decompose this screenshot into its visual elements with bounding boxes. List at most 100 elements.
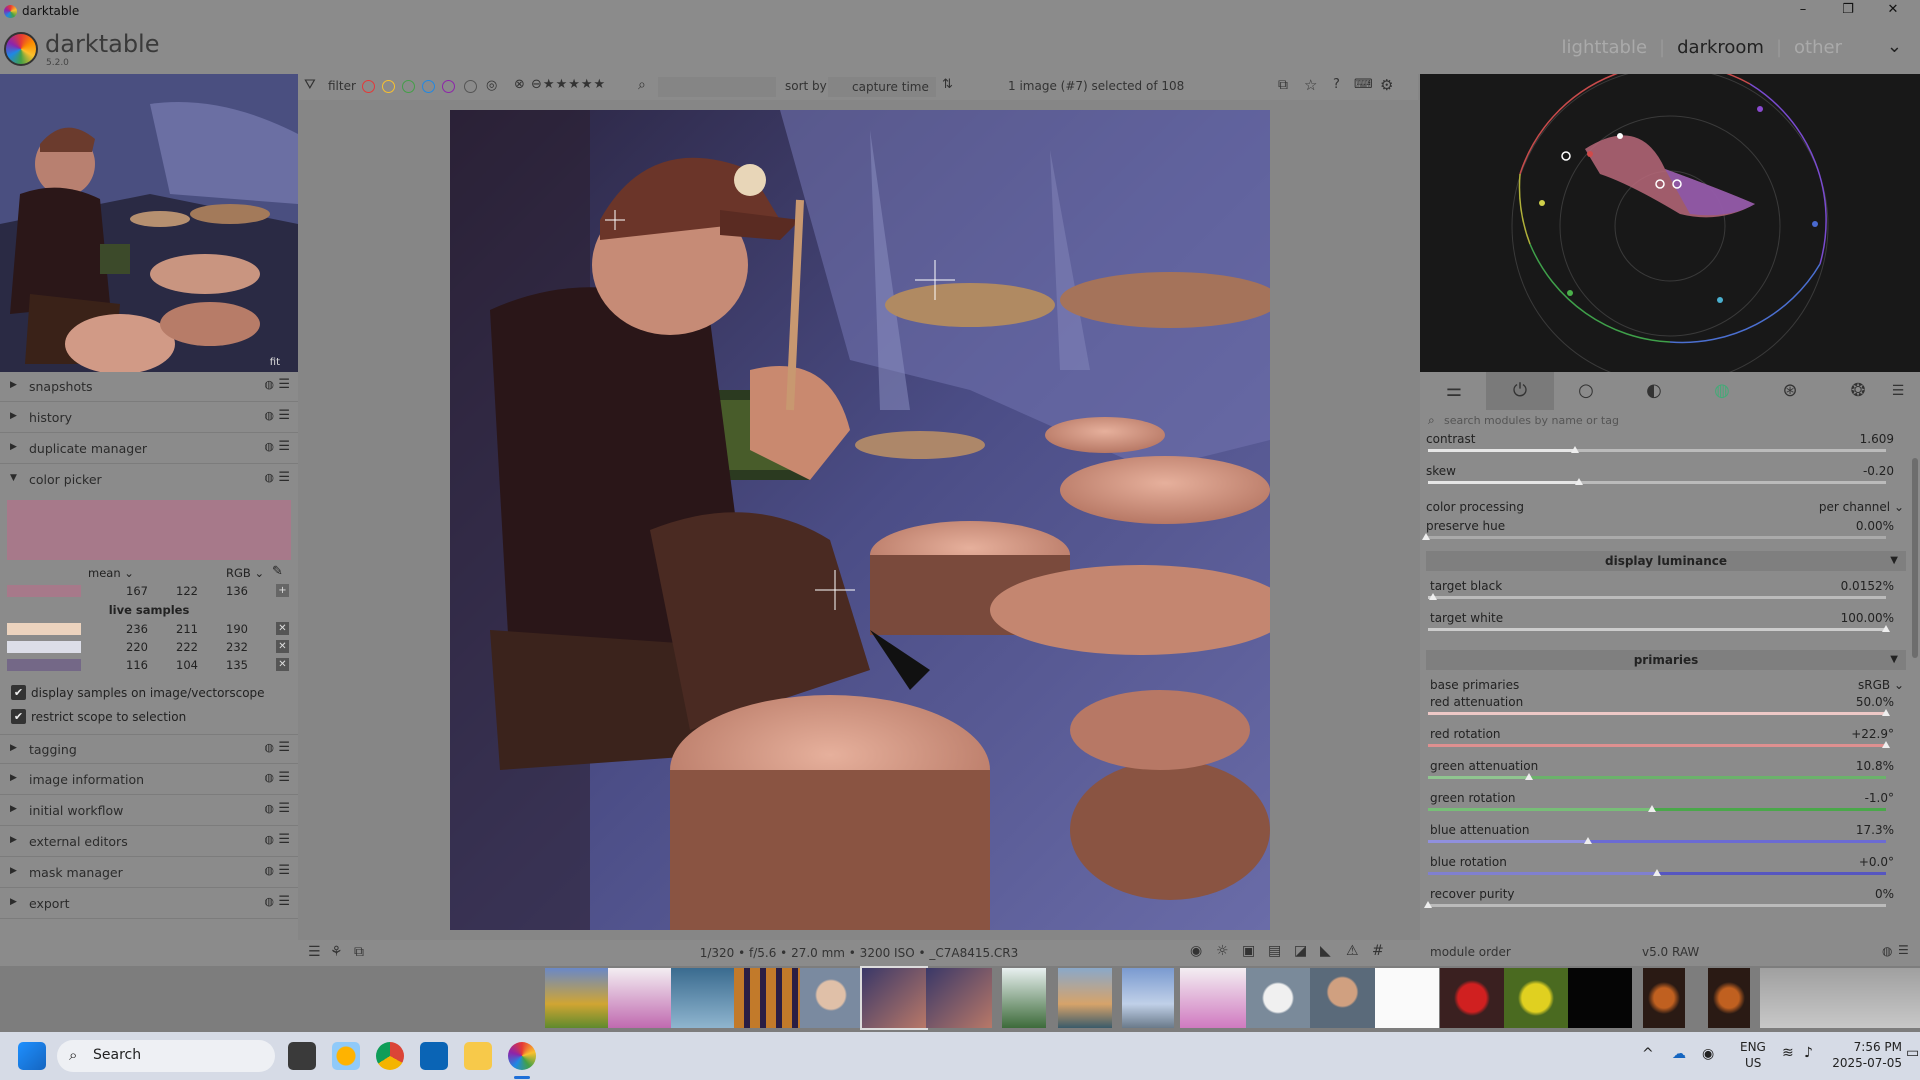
minimize-button[interactable]: – [1788, 2, 1818, 17]
reset-icon[interactable]: ◍ [264, 802, 274, 815]
green-rotation-slider[interactable]: green rotation -1.0° [1420, 791, 1920, 813]
module-duplicate-manager[interactable]: ▶ duplicate manager ◍ ☰ [0, 434, 298, 464]
filmstrip-thumb[interactable] [1310, 968, 1375, 1028]
blue-rotation-slider[interactable]: blue rotation +0.0° [1420, 855, 1920, 877]
wifi-icon[interactable]: ≋ [1782, 1045, 1794, 1061]
presets-menu-icon[interactable]: ☰ [278, 470, 290, 485]
clock-date[interactable]: 2025-07-05 [1832, 1056, 1902, 1070]
reset-icon[interactable]: ◍ [264, 833, 274, 846]
reset-icon[interactable]: ◍ [264, 409, 274, 422]
filmstrip-thumb[interactable] [608, 968, 671, 1028]
slider-track[interactable] [1428, 869, 1886, 876]
slider-track[interactable] [1428, 593, 1886, 600]
guides-icon[interactable]: # [1372, 943, 1384, 959]
star-icon[interactable]: ☆ [1304, 76, 1317, 94]
language-region[interactable]: US [1745, 1056, 1761, 1070]
notification-icon[interactable]: ▭ [1906, 1045, 1919, 1061]
filter-icon[interactable]: ⛛ [304, 77, 316, 93]
slider-track[interactable] [1428, 741, 1890, 748]
active-modules-icon[interactable]: ⏻ [1486, 372, 1554, 410]
help-icon[interactable]: ? [1333, 77, 1340, 92]
reset-icon[interactable]: ◍ [264, 378, 274, 391]
filmstrip-thumb[interactable] [545, 968, 608, 1028]
module-external-editors[interactable]: ▶ external editors ◍ ☰ [0, 827, 298, 857]
remove-sample-button[interactable]: ✕ [276, 640, 289, 653]
view-lighttable[interactable]: lighttable [1562, 37, 1647, 58]
clock-time[interactable]: 7:56 PM [1832, 1040, 1902, 1054]
filmstrip-thumb-selected[interactable] [860, 966, 928, 1030]
gear-icon[interactable]: ⚙ [1380, 76, 1393, 94]
module-initial-workflow[interactable]: ▶ initial workflow ◍ ☰ [0, 796, 298, 826]
reset-icon[interactable]: ◍ [264, 864, 274, 877]
red-label-filter[interactable] [362, 80, 375, 93]
sample-swatch[interactable] [7, 641, 81, 653]
sort-by-select[interactable]: capture time ⌄ [828, 77, 936, 108]
primaries-section[interactable]: primaries ▼ [1426, 650, 1906, 670]
remove-sample-button[interactable]: ✕ [276, 658, 289, 671]
color-assessment-icon[interactable]: ☼ [1216, 943, 1229, 959]
module-color-picker[interactable]: ▼ color picker ◍ ☰ [0, 465, 298, 495]
filmstrip-thumb[interactable] [1504, 968, 1568, 1028]
filmstrip-thumb[interactable] [1568, 968, 1632, 1028]
file-explorer-icon[interactable] [464, 1042, 492, 1070]
color-group-icon[interactable]: ◍ [1688, 372, 1756, 410]
edited-photo[interactable] [450, 110, 1270, 930]
module-tagging[interactable]: ▶ tagging ◍ ☰ [0, 734, 298, 764]
taskbar-search[interactable]: ⌕ Search [57, 1040, 275, 1072]
module-snapshots[interactable]: ▶ snapshots ◍ ☰ [0, 372, 298, 402]
weather-icon[interactable] [332, 1042, 360, 1070]
filmstrip-thumb[interactable] [1058, 968, 1112, 1028]
reset-icon[interactable]: ◍ [264, 895, 274, 908]
chevron-down-icon[interactable]: ⌄ [1887, 36, 1902, 57]
module-history[interactable]: ▶ history ◍ ☰ [0, 403, 298, 433]
reset-icon[interactable]: ◍ [264, 440, 274, 453]
keyboard-icon[interactable]: ⌨ [1354, 77, 1373, 92]
display-luminance-section[interactable]: display luminance ▼ [1426, 551, 1906, 571]
slider-track[interactable] [1428, 709, 1890, 716]
text-search-input[interactable] [658, 77, 776, 97]
target-black-slider[interactable]: target black 0.0152% [1420, 579, 1920, 601]
presets-menu-icon[interactable]: ☰ [278, 770, 290, 785]
overlay-icon[interactable]: ⧉ [1278, 77, 1288, 93]
chrome-icon[interactable] [376, 1042, 404, 1070]
quick-access-panel-icon[interactable]: ⚌ [1420, 372, 1488, 410]
navigation-thumbnail[interactable]: fit [0, 74, 298, 372]
filmstrip-thumb[interactable] [1375, 968, 1439, 1028]
search-icon[interactable]: ⌕ [638, 77, 646, 93]
presets-menu-icon[interactable]: ☰ [278, 894, 290, 909]
green-attenuation-slider[interactable]: green attenuation 10.8% [1420, 759, 1920, 781]
network-status-icon[interactable]: ◉ [1702, 1046, 1714, 1062]
task-view-icon[interactable] [288, 1042, 316, 1070]
sample-swatch[interactable] [7, 623, 81, 635]
presets-menu-icon[interactable]: ☰ [278, 740, 290, 755]
filmstrip-thumb[interactable] [734, 968, 800, 1028]
chevron-up-icon[interactable]: ^ [1642, 1046, 1654, 1062]
restore-button[interactable]: ❐ [1833, 2, 1863, 17]
slider-track[interactable] [1428, 805, 1886, 812]
module-export[interactable]: ▶ export ◍ ☰ [0, 889, 298, 919]
softproof-icon[interactable]: ◪ [1294, 943, 1307, 959]
presets-menu-icon[interactable]: ☰ [278, 377, 290, 392]
module-image-information[interactable]: ▶ image information ◍ ☰ [0, 765, 298, 795]
red-attenuation-slider[interactable]: red attenuation 50.0% [1420, 695, 1920, 717]
raw-overexposed-icon[interactable]: ▣ [1242, 943, 1255, 959]
restrict-scope-checkbox[interactable]: ✔ [11, 709, 26, 724]
target-white-slider[interactable]: target white 100.00% [1420, 611, 1920, 633]
language-code[interactable]: ENG [1740, 1040, 1766, 1054]
slider-track[interactable] [1428, 773, 1886, 780]
filmstrip-thumb[interactable] [1708, 968, 1750, 1028]
contrast-slider[interactable]: contrast 1.609 [1420, 432, 1920, 454]
module-order-value[interactable]: v5.0 RAW [1642, 945, 1699, 959]
volume-icon[interactable]: ♪ [1804, 1045, 1813, 1061]
outlook-icon[interactable] [420, 1042, 448, 1070]
recover-purity-slider[interactable]: recover purity 0% [1420, 887, 1920, 909]
module-mask-manager[interactable]: ▶ mask manager ◍ ☰ [0, 858, 298, 888]
reset-icon[interactable]: ◍ [264, 771, 274, 784]
filmstrip-thumb[interactable] [800, 968, 862, 1028]
reset-icon[interactable]: ◍ [1882, 944, 1892, 958]
skew-slider[interactable]: skew -0.20 [1420, 464, 1920, 486]
sample-swatch[interactable] [7, 659, 81, 671]
presets-menu-icon[interactable]: ☰ [278, 832, 290, 847]
filmstrip-thumb[interactable] [1643, 968, 1685, 1028]
base-group-icon[interactable]: ○ [1552, 372, 1620, 410]
